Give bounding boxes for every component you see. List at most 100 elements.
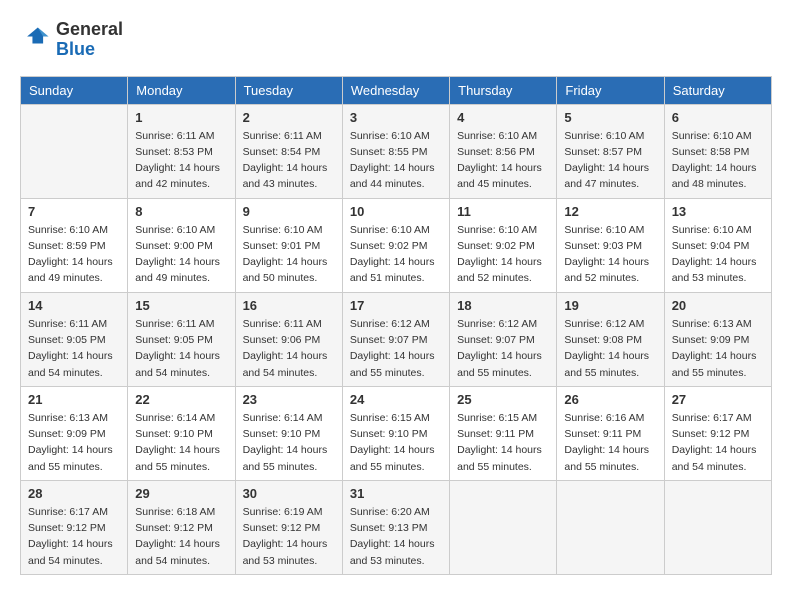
calendar-cell: 7Sunrise: 6:10 AM Sunset: 8:59 PM Daylig… bbox=[21, 198, 128, 292]
day-info: Sunrise: 6:10 AM Sunset: 8:55 PM Dayligh… bbox=[350, 128, 442, 193]
calendar-cell: 11 Sunrise: 6:10 AM Sunset: 9:02 PM Dayli… bbox=[450, 198, 557, 292]
calendar-cell: 26Sunrise: 6:16 AM Sunset: 9:11 PM Dayli… bbox=[557, 386, 664, 480]
calendar-cell: 2 Sunrise: 6:11 AM Sunset: 8:54 PM Daylig… bbox=[235, 104, 342, 198]
calendar-cell: 4Sunrise: 6:10 AM Sunset: 8:56 PM Daylig… bbox=[450, 104, 557, 198]
day-info: Sunrise: 6:10 AM Sunset: 9:02 PM Dayligh… bbox=[457, 222, 549, 287]
day-number: 13 bbox=[672, 204, 764, 219]
calendar-cell: 21 Sunrise: 6:13 AM Sunset: 9:09 PM Dayli… bbox=[21, 386, 128, 480]
day-info: Sunrise: 6:14 AM Sunset: 9:10 PM Dayligh… bbox=[243, 410, 335, 475]
day-number: 10 bbox=[350, 204, 442, 219]
day-number: 11 bbox=[457, 204, 549, 219]
calendar-cell: 17 Sunrise: 6:12 AM Sunset: 9:07 PM Dayli… bbox=[342, 292, 449, 386]
day-number: 20 bbox=[672, 298, 764, 313]
calendar-cell: 14 Sunrise: 6:11 AM Sunset: 9:05 PM Dayli… bbox=[21, 292, 128, 386]
col-header-wednesday: Wednesday bbox=[342, 76, 449, 104]
col-header-tuesday: Tuesday bbox=[235, 76, 342, 104]
day-number: 15 bbox=[135, 298, 227, 313]
day-info: Sunrise: 6:19 AM Sunset: 9:12 PM Dayligh… bbox=[243, 504, 335, 569]
day-info: Sunrise: 6:15 AM Sunset: 9:10 PM Dayligh… bbox=[350, 410, 442, 475]
calendar-cell: 31 Sunrise: 6:20 AM Sunset: 9:13 PM Dayli… bbox=[342, 480, 449, 574]
calendar-cell: 27 Sunrise: 6:17 AM Sunset: 9:12 PM Dayli… bbox=[664, 386, 771, 480]
day-info: Sunrise: 6:12 AM Sunset: 9:08 PM Dayligh… bbox=[564, 316, 656, 381]
logo-text: General Blue bbox=[56, 20, 123, 60]
day-number: 25 bbox=[457, 392, 549, 407]
day-number: 17 bbox=[350, 298, 442, 313]
day-number: 7 bbox=[28, 204, 120, 219]
calendar-cell: 18Sunrise: 6:12 AM Sunset: 9:07 PM Dayli… bbox=[450, 292, 557, 386]
calendar-cell bbox=[664, 480, 771, 574]
calendar-cell: 8 Sunrise: 6:10 AM Sunset: 9:00 PM Daylig… bbox=[128, 198, 235, 292]
calendar-week-3: 14 Sunrise: 6:11 AM Sunset: 9:05 PM Dayli… bbox=[21, 292, 772, 386]
calendar-cell bbox=[450, 480, 557, 574]
day-number: 5 bbox=[564, 110, 656, 125]
day-info: Sunrise: 6:17 AM Sunset: 9:12 PM Dayligh… bbox=[672, 410, 764, 475]
calendar-week-5: 28 Sunrise: 6:17 AM Sunset: 9:12 PM Dayli… bbox=[21, 480, 772, 574]
day-number: 2 bbox=[243, 110, 335, 125]
day-number: 24 bbox=[350, 392, 442, 407]
day-number: 6 bbox=[672, 110, 764, 125]
page-header: General Blue bbox=[20, 20, 772, 60]
calendar-cell: 1 Sunrise: 6:11 AM Sunset: 8:53 PM Daylig… bbox=[128, 104, 235, 198]
day-number: 26 bbox=[564, 392, 656, 407]
day-info: Sunrise: 6:10 AM Sunset: 8:58 PM Dayligh… bbox=[672, 128, 764, 193]
day-number: 19 bbox=[564, 298, 656, 313]
calendar-week-1: 1 Sunrise: 6:11 AM Sunset: 8:53 PM Daylig… bbox=[21, 104, 772, 198]
day-number: 31 bbox=[350, 486, 442, 501]
day-number: 30 bbox=[243, 486, 335, 501]
col-header-monday: Monday bbox=[128, 76, 235, 104]
calendar-table: SundayMondayTuesdayWednesdayThursdayFrid… bbox=[20, 76, 772, 575]
day-info: Sunrise: 6:10 AM Sunset: 9:01 PM Dayligh… bbox=[243, 222, 335, 287]
logo-icon bbox=[20, 24, 52, 56]
day-number: 21 bbox=[28, 392, 120, 407]
calendar-cell: 19 Sunrise: 6:12 AM Sunset: 9:08 PM Dayli… bbox=[557, 292, 664, 386]
day-info: Sunrise: 6:20 AM Sunset: 9:13 PM Dayligh… bbox=[350, 504, 442, 569]
logo: General Blue bbox=[20, 20, 123, 60]
calendar-cell: 23 Sunrise: 6:14 AM Sunset: 9:10 PM Dayli… bbox=[235, 386, 342, 480]
day-info: Sunrise: 6:17 AM Sunset: 9:12 PM Dayligh… bbox=[28, 504, 120, 569]
calendar-cell: 29Sunrise: 6:18 AM Sunset: 9:12 PM Dayli… bbox=[128, 480, 235, 574]
day-number: 3 bbox=[350, 110, 442, 125]
calendar-cell: 28 Sunrise: 6:17 AM Sunset: 9:12 PM Dayli… bbox=[21, 480, 128, 574]
day-number: 22 bbox=[135, 392, 227, 407]
day-info: Sunrise: 6:11 AM Sunset: 8:54 PM Dayligh… bbox=[243, 128, 335, 193]
day-number: 12 bbox=[564, 204, 656, 219]
calendar-week-2: 7Sunrise: 6:10 AM Sunset: 8:59 PM Daylig… bbox=[21, 198, 772, 292]
day-info: Sunrise: 6:12 AM Sunset: 9:07 PM Dayligh… bbox=[350, 316, 442, 381]
day-number: 14 bbox=[28, 298, 120, 313]
day-info: Sunrise: 6:15 AM Sunset: 9:11 PM Dayligh… bbox=[457, 410, 549, 475]
calendar-cell: 22 Sunrise: 6:14 AM Sunset: 9:10 PM Dayli… bbox=[128, 386, 235, 480]
day-number: 1 bbox=[135, 110, 227, 125]
calendar-cell bbox=[557, 480, 664, 574]
calendar-cell: 3 Sunrise: 6:10 AM Sunset: 8:55 PM Daylig… bbox=[342, 104, 449, 198]
day-number: 9 bbox=[243, 204, 335, 219]
day-info: Sunrise: 6:14 AM Sunset: 9:10 PM Dayligh… bbox=[135, 410, 227, 475]
day-number: 18 bbox=[457, 298, 549, 313]
day-info: Sunrise: 6:10 AM Sunset: 9:00 PM Dayligh… bbox=[135, 222, 227, 287]
calendar-cell: 9 Sunrise: 6:10 AM Sunset: 9:01 PM Daylig… bbox=[235, 198, 342, 292]
day-info: Sunrise: 6:10 AM Sunset: 9:04 PM Dayligh… bbox=[672, 222, 764, 287]
col-header-friday: Friday bbox=[557, 76, 664, 104]
day-info: Sunrise: 6:10 AM Sunset: 8:56 PM Dayligh… bbox=[457, 128, 549, 193]
calendar-cell: 5 Sunrise: 6:10 AM Sunset: 8:57 PM Daylig… bbox=[557, 104, 664, 198]
day-info: Sunrise: 6:11 AM Sunset: 9:05 PM Dayligh… bbox=[28, 316, 120, 381]
col-header-saturday: Saturday bbox=[664, 76, 771, 104]
day-info: Sunrise: 6:10 AM Sunset: 9:03 PM Dayligh… bbox=[564, 222, 656, 287]
day-info: Sunrise: 6:13 AM Sunset: 9:09 PM Dayligh… bbox=[28, 410, 120, 475]
calendar-cell: 16Sunrise: 6:11 AM Sunset: 9:06 PM Dayli… bbox=[235, 292, 342, 386]
day-info: Sunrise: 6:10 AM Sunset: 8:57 PM Dayligh… bbox=[564, 128, 656, 193]
day-number: 29 bbox=[135, 486, 227, 501]
calendar-cell: 13 Sunrise: 6:10 AM Sunset: 9:04 PM Dayli… bbox=[664, 198, 771, 292]
day-number: 27 bbox=[672, 392, 764, 407]
calendar-cell: 6 Sunrise: 6:10 AM Sunset: 8:58 PM Daylig… bbox=[664, 104, 771, 198]
col-header-thursday: Thursday bbox=[450, 76, 557, 104]
calendar-cell: 30 Sunrise: 6:19 AM Sunset: 9:12 PM Dayli… bbox=[235, 480, 342, 574]
day-number: 8 bbox=[135, 204, 227, 219]
calendar-cell: 12 Sunrise: 6:10 AM Sunset: 9:03 PM Dayli… bbox=[557, 198, 664, 292]
day-info: Sunrise: 6:11 AM Sunset: 8:53 PM Dayligh… bbox=[135, 128, 227, 193]
day-info: Sunrise: 6:11 AM Sunset: 9:06 PM Dayligh… bbox=[243, 316, 335, 381]
day-number: 23 bbox=[243, 392, 335, 407]
calendar-cell: 20 Sunrise: 6:13 AM Sunset: 9:09 PM Dayli… bbox=[664, 292, 771, 386]
day-number: 28 bbox=[28, 486, 120, 501]
day-info: Sunrise: 6:13 AM Sunset: 9:09 PM Dayligh… bbox=[672, 316, 764, 381]
calendar-cell bbox=[21, 104, 128, 198]
